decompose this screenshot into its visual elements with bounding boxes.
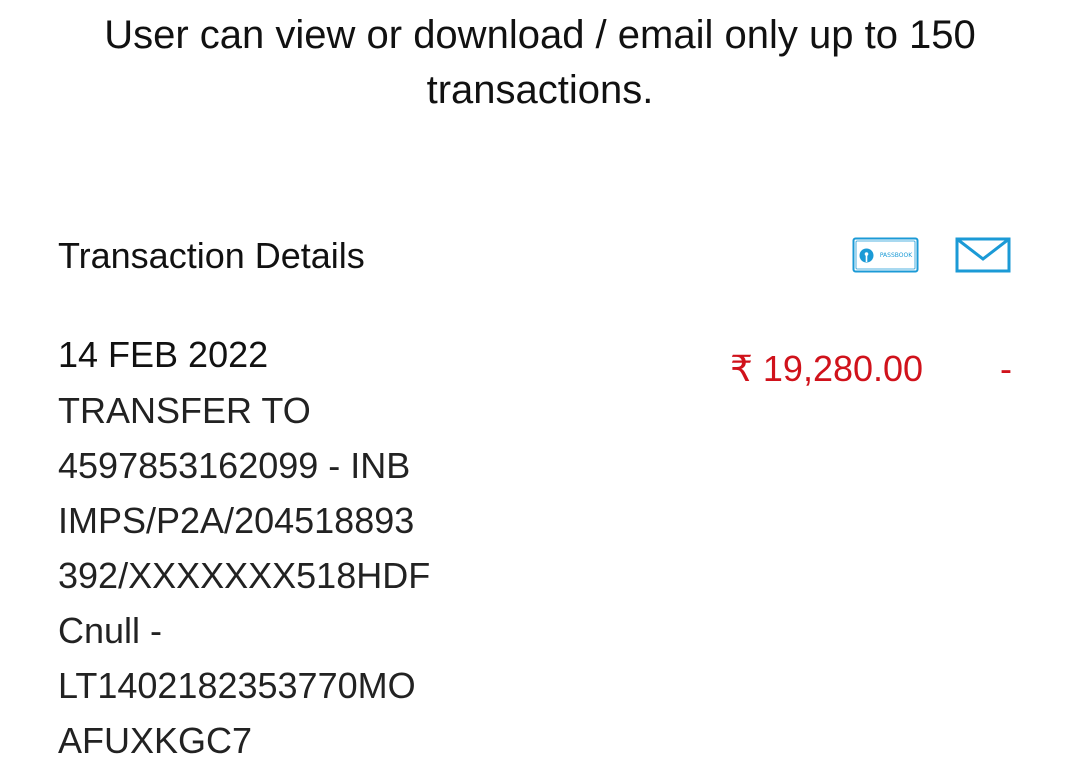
email-icon [955,237,1011,273]
transaction-credit-amount: - [1000,348,1012,389]
transaction-description-line: 4597853162099 - INB [58,445,411,486]
transaction-description: TRANSFER TO 4597853162099 - INB IMPS/P2A… [58,383,478,768]
passbook-label: PASSBOOK [880,252,913,259]
transaction-description-line: IMPS/P2A/204518893 [58,500,415,541]
transaction-item[interactable]: 14 FEB 2022 TRANSFER TO 4597853162099 - … [58,330,478,768]
passbook-icon: PASSBOOK [852,237,919,273]
transaction-description-line: TRANSFER TO [58,390,311,431]
transaction-description-line: LT1402182353770MO [58,665,416,706]
transaction-description-line: AFUXKGC7 [58,720,253,761]
transaction-description-line: Cnull - [58,610,163,651]
transaction-debit-amount: ₹ 19,280.00 [730,348,924,389]
transaction-description-line: 392/XXXXXXX518HDF [58,555,431,596]
email-statement-button[interactable] [955,237,1011,273]
section-title: Transaction Details [58,235,365,276]
transaction-limit-notice: User can view or download / email only u… [104,13,976,112]
download-passbook-button[interactable]: PASSBOOK [852,237,919,273]
transaction-date: 14 FEB 2022 [58,334,269,375]
